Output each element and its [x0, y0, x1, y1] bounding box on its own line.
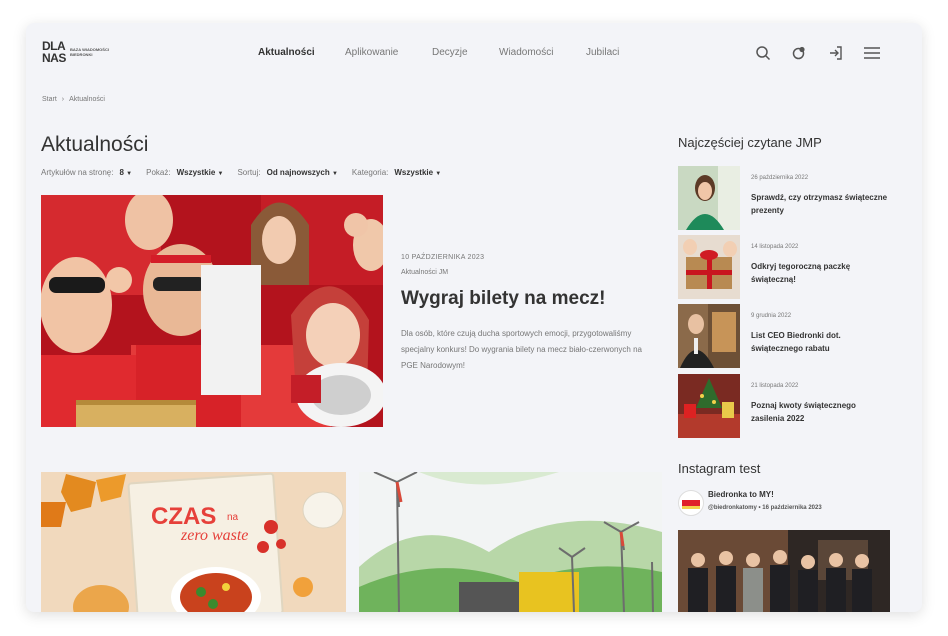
- article-card-wind-energy[interactable]: [359, 472, 662, 612]
- instagram-heading: Instagram test: [678, 461, 761, 476]
- show-value: Wszystkie: [176, 168, 216, 177]
- category-label: Kategoria:: [351, 168, 389, 177]
- breadcrumb-current: Aktualności: [69, 96, 105, 103]
- sidebar-thumb-3: [678, 304, 740, 368]
- search-icon[interactable]: [753, 43, 773, 63]
- sidebar-date-3: 9 grudnia 2022: [751, 313, 792, 319]
- sidebar-title-1[interactable]: Sprawdź, czy otrzymasz świąteczne prezen…: [751, 191, 891, 217]
- sidebar-thumb-4: [678, 374, 740, 438]
- per-page-value: 8: [119, 168, 124, 177]
- sort-label: Sortuj:: [237, 168, 261, 177]
- nav-wiadomosci[interactable]: Wiadomości: [499, 47, 553, 58]
- category-value: Wszystkie: [394, 168, 434, 177]
- login-icon[interactable]: [826, 43, 846, 63]
- logo-tagline-2: BIEDRONKI: [70, 52, 93, 57]
- sidebar-article-4[interactable]: 21 listopada 2022 Poznaj kwoty świąteczn…: [678, 374, 908, 438]
- chevron-down-icon: ▼: [126, 171, 133, 177]
- sidebar-date-4: 21 listopada 2022: [751, 383, 799, 389]
- chevron-down-icon: ▼: [331, 171, 338, 177]
- sidebar-title-4[interactable]: Poznaj kwoty świątecznego zasilenia 2022: [751, 399, 891, 425]
- breadcrumb: Start › Aktualności: [42, 96, 110, 103]
- shop-icon[interactable]: [789, 43, 809, 63]
- sidebar-article-1[interactable]: 26 października 2022 Sprawdź, czy otrzym…: [678, 166, 908, 230]
- instagram-handle-date: @biedronkatomy • 16 października 2023: [708, 505, 822, 511]
- sidebar-article-3[interactable]: 9 grudnia 2022 List CEO Biedronki dot. ś…: [678, 304, 908, 368]
- nav-jubilaci[interactable]: Jubilaci: [586, 47, 619, 58]
- breadcrumb-separator: ›: [61, 96, 65, 103]
- article-card-zero-waste[interactable]: CZAS na zero waste: [41, 472, 346, 612]
- per-page-label: Artykułów na stronę:: [41, 168, 114, 177]
- page-title: Aktualności: [41, 133, 149, 156]
- featured-excerpt: Dla osób, które czują ducha sportowych e…: [401, 329, 642, 370]
- sidebar-thumb-1: [678, 166, 740, 230]
- instagram-photo[interactable]: [678, 530, 890, 612]
- menu-icon[interactable]: [862, 43, 882, 63]
- sidebar-title-2[interactable]: Odkryj tegoroczną paczkę świąteczną!: [751, 260, 891, 286]
- instagram-avatar[interactable]: [678, 490, 704, 516]
- nav-aplikowanie[interactable]: Aplikowanie: [345, 47, 398, 58]
- filters-bar: Artykułów na stronę: 8 ▼ Pokaż: Wszystki…: [41, 168, 449, 177]
- cookbook-subtitle: zero waste: [180, 527, 248, 544]
- chevron-down-icon: ▼: [217, 171, 224, 177]
- sidebar-date-1: 26 października 2022: [751, 175, 809, 181]
- sort-select[interactable]: Od najnowszych ▼: [267, 168, 338, 177]
- sort-value: Od najnowszych: [266, 168, 330, 177]
- featured-title[interactable]: Wygraj bilety na mecz!: [401, 288, 606, 310]
- logo[interactable]: DLA NAS BAZA WIADOMOŚCI BIEDRONKI: [42, 40, 137, 70]
- per-page-select[interactable]: 8 ▼: [119, 168, 132, 177]
- sidebar-thumb-2: [678, 235, 740, 299]
- page-window: DLA NAS BAZA WIADOMOŚCI BIEDRONKI Aktual…: [26, 23, 922, 612]
- breadcrumb-start[interactable]: Start: [42, 96, 57, 103]
- featured-category[interactable]: Aktualności JM: [401, 269, 448, 276]
- show-label: Pokaż:: [146, 168, 171, 177]
- chevron-down-icon: ▼: [435, 171, 442, 177]
- featured-date: 10 PAŹDZIERNIKA 2023: [401, 254, 485, 261]
- logo-tagline: BAZA WIADOMOŚCI BIEDRONKI: [70, 47, 109, 57]
- nav-decyzje[interactable]: Decyzje: [432, 47, 468, 58]
- category-select[interactable]: Wszystkie ▼: [394, 168, 441, 177]
- nav-aktualnosci[interactable]: Aktualności: [258, 47, 315, 58]
- most-read-heading: Najczęściej czytane JMP: [678, 135, 822, 150]
- sidebar-date-2: 14 listopada 2022: [751, 244, 799, 250]
- instagram-account-name[interactable]: Biedronka to MY!: [708, 490, 774, 499]
- sidebar-title-3[interactable]: List CEO Biedronki dot. świątecznego rab…: [751, 329, 891, 355]
- sidebar-article-2[interactable]: 14 listopada 2022 Odkryj tegoroczną pacz…: [678, 235, 908, 299]
- cookbook-title: CZAS: [151, 503, 216, 530]
- featured-image[interactable]: [41, 195, 383, 427]
- show-select[interactable]: Wszystkie ▼: [177, 168, 224, 177]
- cookbook-title-na: na: [227, 512, 239, 523]
